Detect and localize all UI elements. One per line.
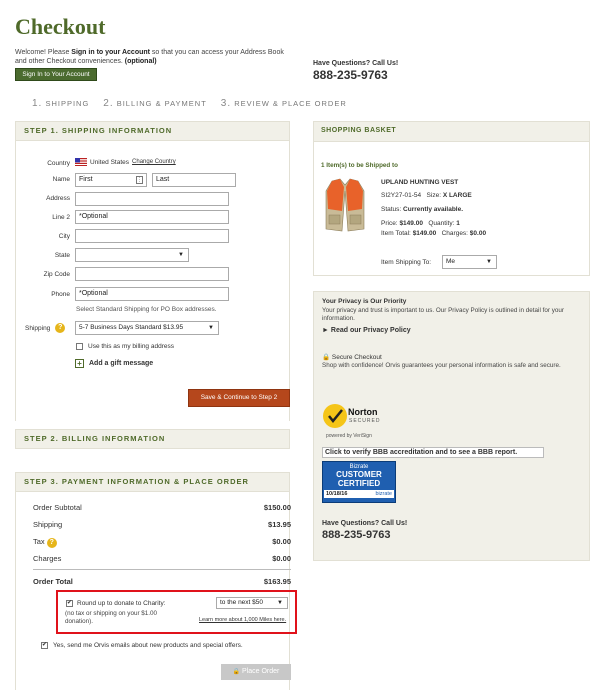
donate-label: Round up to donate to Charity:	[77, 600, 166, 607]
address-label: Address	[46, 195, 70, 202]
help-icon[interactable]: ?	[55, 323, 66, 333]
total-divider	[33, 569, 291, 570]
learn-more-link[interactable]: Learn more about 1,000 Miles here.	[199, 617, 286, 623]
support-phone-2: 888-235-9763	[322, 529, 391, 541]
line2-label: Line 2	[52, 214, 70, 221]
donate-checkbox[interactable]	[66, 600, 73, 607]
address-input[interactable]	[75, 192, 229, 206]
phone-label: Phone	[51, 291, 70, 298]
welcome-optional: (optional)	[124, 58, 157, 65]
billing-checkbox-row[interactable]: Use this as my billing address	[76, 343, 174, 350]
privacy-text: Your privacy and trust is important to u…	[322, 307, 564, 322]
line2-input[interactable]: *Optional	[75, 210, 229, 224]
name-label: Name	[52, 176, 70, 183]
shipping-label: Shipping	[25, 324, 51, 332]
triangle-right-icon: ►	[322, 327, 329, 334]
privacy-title: Your Privacy is Our Priority	[322, 298, 407, 305]
product-status: Status: Currently available.	[381, 206, 464, 213]
zip-label: Zip Code	[43, 271, 70, 278]
ship-to-label: Item Shipping To:	[381, 259, 432, 266]
questions-heading-2: Have Questions? Call Us!	[322, 520, 408, 527]
chevron-down-icon: ▼	[277, 600, 283, 606]
shipping-total-row: Shipping $13.95	[33, 520, 291, 529]
questions-heading: Have Questions? Call Us!	[313, 60, 399, 67]
secure-text: Shop with confidence! Orvis guarantees y…	[322, 362, 561, 369]
step2-header[interactable]: STEP 2. BILLING INFORMATION	[15, 429, 290, 449]
billing-checkbox[interactable]	[76, 343, 83, 350]
state-select[interactable]: ▼	[75, 248, 189, 262]
phone-input[interactable]: *Optional	[75, 287, 229, 301]
subtotal-row: Order Subtotal $150.00	[33, 503, 291, 512]
last-name-input[interactable]: Last	[152, 173, 236, 187]
gift-message-link[interactable]: Add a gift message	[89, 360, 153, 367]
city-input[interactable]	[75, 229, 229, 243]
help-icon[interactable]: ?	[46, 538, 57, 548]
email-opt-checkbox[interactable]	[41, 642, 48, 649]
bizrate-badge[interactable]: Bizrate CUSTOMER CERTIFIED 10/18/16 bizra…	[322, 461, 396, 503]
shipping-label-row: Shipping ?	[25, 323, 66, 333]
chevron-down-icon: ▼	[486, 259, 492, 265]
donate-amount-select[interactable]: to the next $50 ▼	[216, 597, 288, 609]
email-opt-label: Yes, send me Orvis emails about new prod…	[53, 642, 243, 649]
ship-to-select[interactable]: Me ▼	[442, 255, 497, 269]
step-indicator-1: 1. SHIPPING	[32, 98, 90, 109]
place-order-button[interactable]: 🔒 Place Order	[221, 664, 291, 680]
plus-icon: +	[75, 359, 84, 368]
signin-link[interactable]: Sign in to your Account	[71, 49, 150, 56]
change-country-link[interactable]: Change Country	[132, 159, 176, 165]
lock-icon: 🔒	[322, 354, 331, 361]
step3-header[interactable]: STEP 3. PAYMENT INFORMATION & PLACE ORDE…	[15, 472, 290, 492]
privacy-policy-link[interactable]: ► Read our Privacy Policy	[322, 327, 411, 334]
step1-header[interactable]: STEP 1. SHIPPING INFORMATION	[15, 121, 290, 141]
autofill-icon: ⋮	[136, 176, 143, 184]
step-indicator-3: 3. REVIEW & PLACE ORDER	[220, 98, 347, 109]
basket-title: SHOPPING BASKET	[321, 127, 397, 134]
country-row: United States Change Country	[75, 158, 176, 166]
norton-seal[interactable]: Norton SECURED powered by VeriSign	[322, 401, 392, 441]
donate-checkbox-row[interactable]: Round up to donate to Charity:	[66, 600, 166, 607]
support-phone: 888-235-9763	[313, 68, 388, 82]
chevron-down-icon: ▼	[178, 252, 184, 258]
email-opt-row[interactable]: Yes, send me Orvis emails about new prod…	[41, 642, 243, 649]
city-label: City	[58, 233, 70, 240]
gift-message-row[interactable]: + Add a gift message	[75, 359, 153, 368]
zip-input[interactable]	[75, 267, 229, 281]
welcome-pre: Welcome! Please	[15, 49, 72, 56]
bbb-accreditation-link[interactable]: Click to verify BBB accreditation and to…	[322, 447, 544, 458]
product-name[interactable]: UPLAND HUNTING VEST	[381, 179, 458, 186]
state-label: State	[54, 252, 70, 259]
secure-title-row: 🔒 Secure Checkout	[322, 354, 382, 361]
first-name-input[interactable]: First ⋮	[75, 173, 147, 187]
checkmark-icon	[323, 404, 347, 428]
country-value: United States	[90, 158, 130, 166]
tax-row: Tax ? $0.00	[33, 537, 291, 548]
step-indicator-2: 2. BILLING & PAYMENT	[103, 98, 207, 109]
product-image[interactable]	[320, 177, 370, 232]
product-price-qty: Price: $149.00 Quantity: 1	[381, 220, 460, 227]
donate-note: (no tax or shipping on your $1.00 donati…	[65, 610, 158, 625]
continue-step2-button[interactable]: Save & Continue to Step 2	[188, 389, 290, 407]
product-totals: Item Total: $149.00 Charges: $0.00	[381, 230, 487, 237]
welcome-text: Welcome! Please Sign in to your Account …	[15, 48, 295, 66]
chevron-down-icon: ▼	[208, 325, 214, 331]
shipping-method-select[interactable]: 5-7 Business Days Standard $13.95 ▼	[75, 321, 219, 335]
items-shipped-text: 1 Item(s) to be Shipped to	[321, 162, 398, 169]
country-label: Country	[47, 160, 70, 167]
signin-button[interactable]: Sign In to Your Account	[15, 68, 97, 81]
checkout-steps: 1. SHIPPING 2. BILLING & PAYMENT 3. REVI…	[32, 98, 347, 109]
po-box-note: Select Standard Shipping for PO Box addr…	[76, 306, 217, 313]
order-total-row: Order Total $163.95	[33, 577, 291, 586]
us-flag-icon	[75, 158, 87, 166]
product-sku-size: SI2Y27-01-54 Size: X LARGE	[381, 192, 472, 199]
page-title: Checkout	[15, 14, 106, 39]
charges-row: Charges $0.00	[33, 554, 291, 563]
lock-icon: 🔒	[232, 669, 241, 675]
billing-checkbox-label: Use this as my billing address	[88, 343, 174, 350]
